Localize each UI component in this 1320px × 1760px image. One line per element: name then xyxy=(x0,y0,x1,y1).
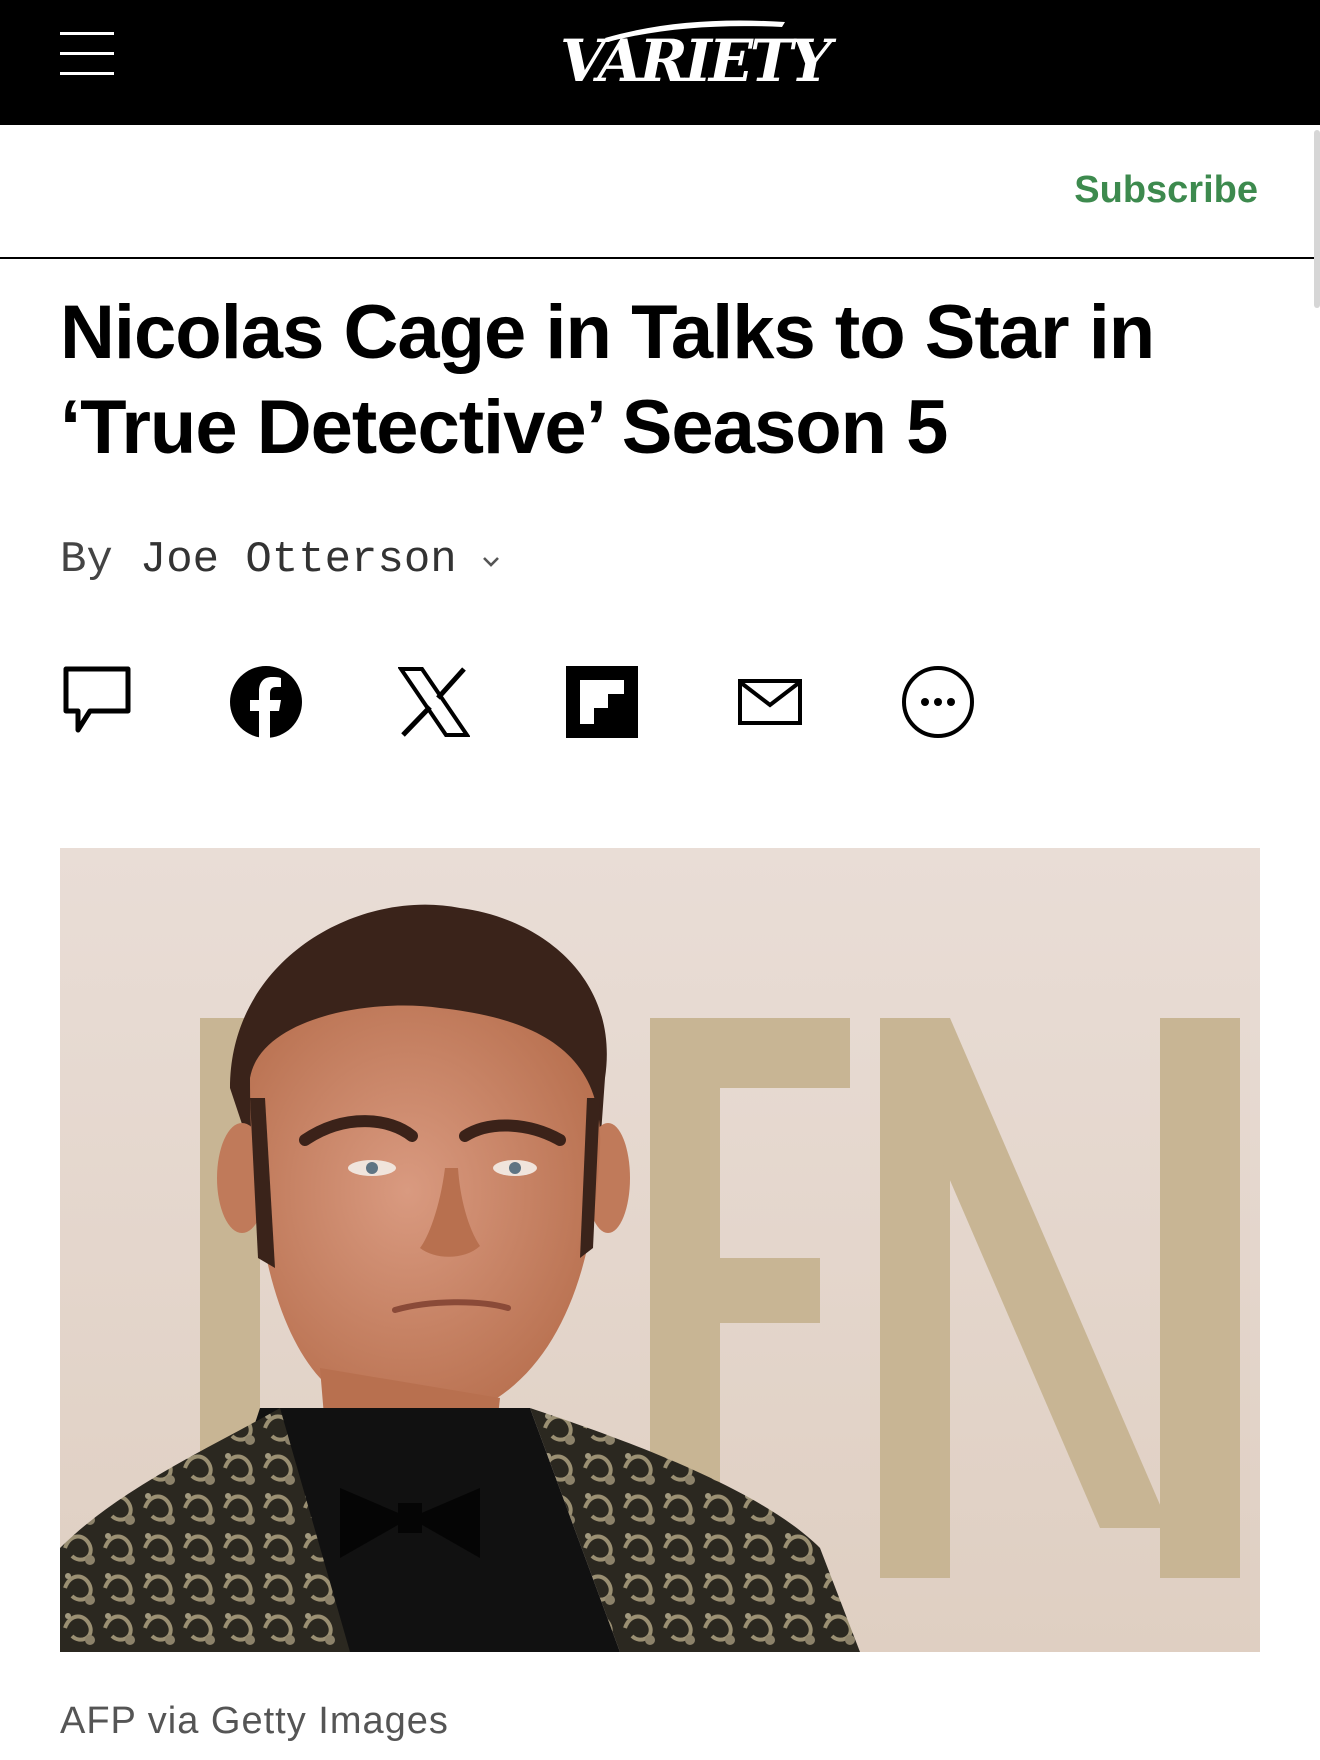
variety-logo[interactable]: VARIETY xyxy=(560,10,832,110)
scrollbar[interactable] xyxy=(1314,130,1320,308)
logo-wordmark: VARIETY xyxy=(560,27,832,95)
author-name[interactable]: Joe Otterson xyxy=(140,535,457,585)
byline[interactable]: By Joe Otterson xyxy=(60,535,501,585)
comment-icon[interactable] xyxy=(60,664,136,740)
chevron-down-icon[interactable] xyxy=(481,555,501,569)
subscribe-link[interactable]: Subscribe xyxy=(1074,169,1258,212)
article-photo[interactable] xyxy=(60,848,1260,1652)
byline-prefix: By xyxy=(60,535,113,585)
share-bar xyxy=(60,664,980,740)
hamburger-menu-icon[interactable] xyxy=(60,32,114,76)
x-icon[interactable] xyxy=(396,664,472,740)
subscribe-bar: Subscribe xyxy=(0,125,1320,259)
facebook-icon[interactable] xyxy=(228,664,304,740)
more-icon[interactable] xyxy=(900,664,976,740)
article-headline: Nicolas Cage in Talks to Star in ‘True D… xyxy=(60,290,1155,470)
site-header: VARIETY xyxy=(0,0,1320,125)
photo-illustration xyxy=(60,848,1260,1652)
email-icon[interactable] xyxy=(732,664,808,740)
photo-caption: AFP via Getty Images xyxy=(60,1700,449,1742)
flipboard-icon[interactable] xyxy=(564,664,640,740)
